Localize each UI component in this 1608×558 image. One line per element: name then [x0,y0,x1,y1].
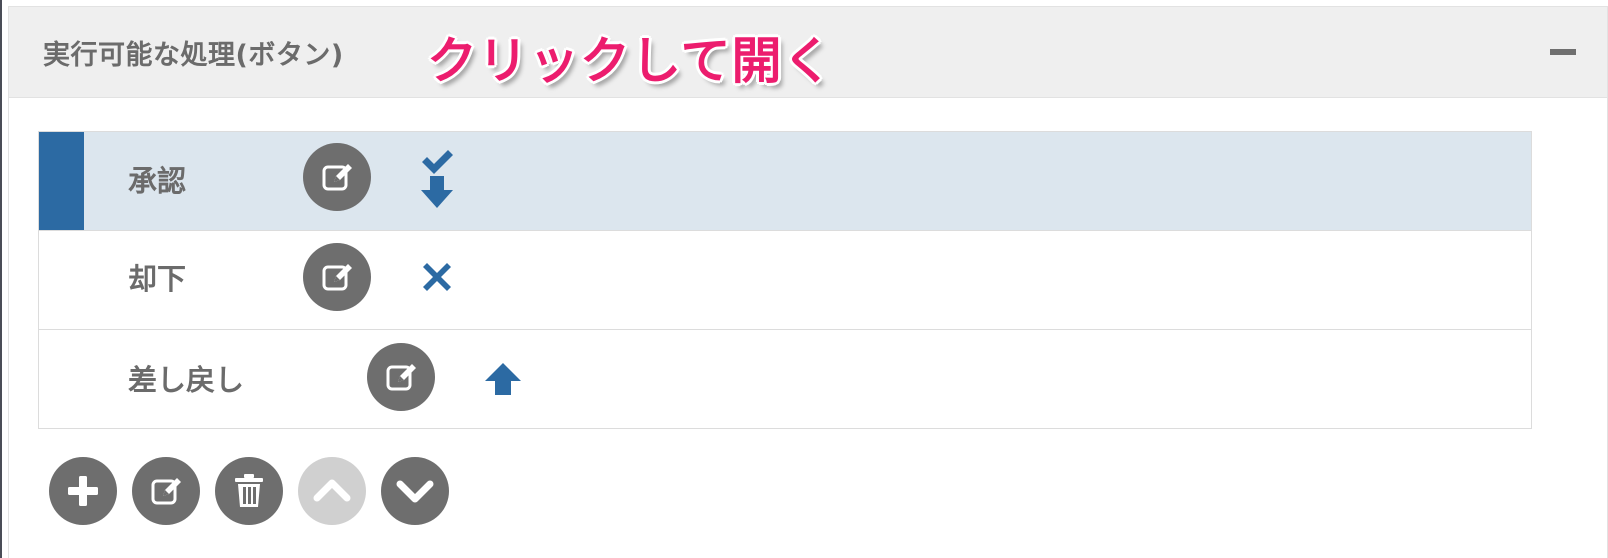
annotation-callout: クリックして開く [427,32,834,90]
panel-title: 実行可能な処理(ボタン) [43,40,344,71]
move-up-button[interactable] [298,457,366,525]
action-label: 差し戻し [128,363,245,397]
action-row-sendback[interactable]: 差し戻し [39,329,1531,428]
delete-button[interactable] [215,457,283,525]
selection-indicator [39,132,84,230]
trash-icon [235,474,263,507]
collapse-button[interactable] [1549,45,1577,59]
actions-list: 承認 却下 差し戻し [38,131,1532,429]
chevron-down-icon [396,480,434,503]
edit-icon [151,478,181,505]
action-label: 却下 [128,262,187,296]
panel-header[interactable]: 実行可能な処理(ボタン) クリックして開く [9,7,1607,98]
window-frame: 実行可能な処理(ボタン) クリックして開く 承認 却下 差し戻し [0,0,1608,558]
move-down-button[interactable] [381,457,449,525]
up-arrow-icon [485,363,521,395]
action-label: 承認 [128,164,187,198]
edit-action-button[interactable] [367,343,435,411]
edit-button[interactable] [132,457,200,525]
chevron-up-icon [313,479,351,502]
minus-icon [1550,49,1576,55]
action-row-approve[interactable]: 承認 [39,132,1531,230]
edit-action-button[interactable] [303,243,371,311]
edit-action-button[interactable] [303,143,371,211]
edit-icon [386,364,416,391]
check-down-arrow-icon [421,150,453,208]
edit-icon [322,264,352,291]
plus-icon [68,476,98,506]
action-row-reject[interactable]: 却下 [39,230,1531,328]
actions-panel: 実行可能な処理(ボタン) クリックして開く 承認 却下 差し戻し [8,6,1608,558]
cross-icon [423,263,451,291]
edit-icon [322,164,352,191]
add-action-button[interactable] [49,457,117,525]
